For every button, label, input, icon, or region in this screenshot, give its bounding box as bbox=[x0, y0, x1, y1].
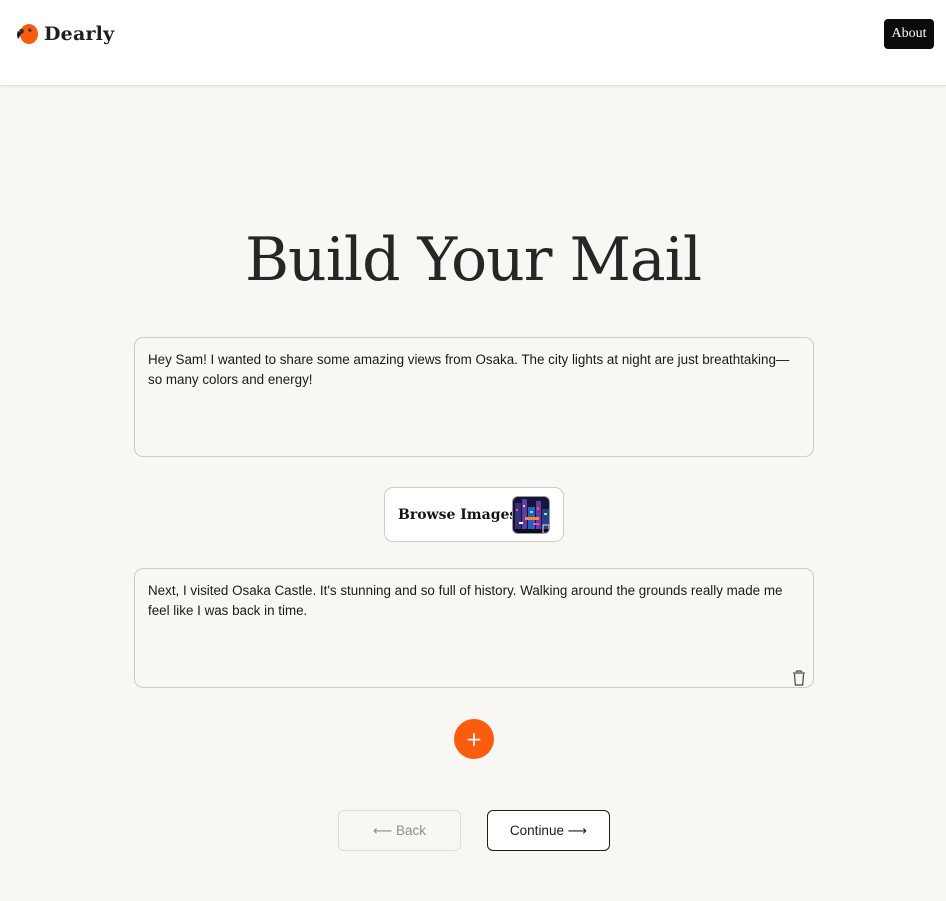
trash-icon[interactable] bbox=[792, 670, 806, 686]
page-title: Build Your Mail bbox=[244, 225, 702, 295]
add-block-button[interactable]: + bbox=[454, 719, 494, 759]
browse-images-button[interactable]: Browse Images bbox=[384, 487, 564, 542]
browse-images-label: Browse Images bbox=[398, 506, 518, 523]
brand-name: Dearly bbox=[44, 23, 115, 45]
parrot-icon bbox=[17, 24, 38, 44]
brand-logo[interactable]: Dearly bbox=[15, 22, 114, 46]
top-navbar: Dearly About bbox=[0, 0, 946, 86]
text-block-2[interactable]: Next, I visited Osaka Castle. It's stunn… bbox=[134, 568, 814, 688]
back-button[interactable]: ⟵ Back bbox=[338, 810, 461, 851]
text-block-1-content[interactable]: Hey Sam! I wanted to share some amazing … bbox=[148, 352, 789, 387]
osaka-night-thumbnail[interactable] bbox=[512, 496, 550, 534]
about-button[interactable]: About bbox=[884, 19, 934, 49]
text-block-2-content[interactable]: Next, I visited Osaka Castle. It's stunn… bbox=[148, 583, 782, 618]
continue-button[interactable]: Continue ⟶ bbox=[487, 810, 610, 851]
text-block-1[interactable]: Hey Sam! I wanted to share some amazing … bbox=[134, 337, 814, 457]
